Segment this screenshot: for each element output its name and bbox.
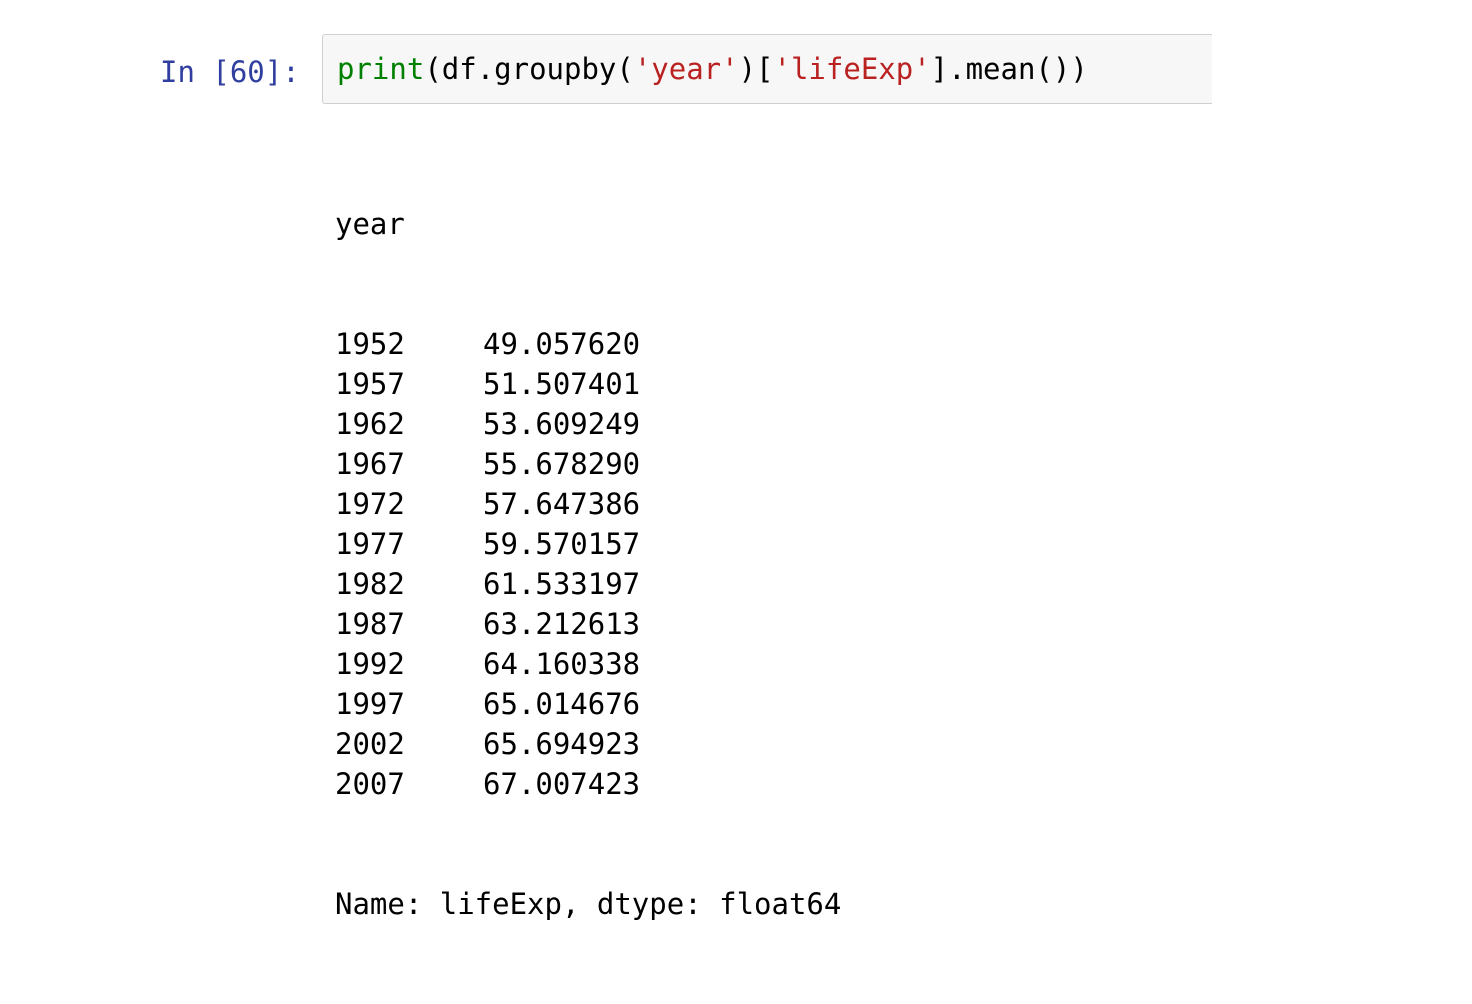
output-row-year: 1992 xyxy=(335,647,405,681)
output-row-year: 2002 xyxy=(335,727,405,761)
output-row: 1957 51.507401 xyxy=(335,364,841,404)
output-row-value: 65.694923 xyxy=(483,727,641,761)
output-row: 1997 65.014676 xyxy=(335,684,841,724)
code-string-lifeexp: 'lifeExp' xyxy=(773,52,931,86)
output-row: 1952 49.057620 xyxy=(335,324,841,364)
output-row-year: 1972 xyxy=(335,487,405,521)
output-row-value: 53.609249 xyxy=(483,407,641,441)
output-row-year: 2007 xyxy=(335,767,405,801)
output-row-value: 57.647386 xyxy=(483,487,641,521)
output-row-value: 63.212613 xyxy=(483,607,641,641)
code-builtin-print: print xyxy=(337,52,425,86)
output-row: 1992 64.160338 xyxy=(335,644,841,684)
code-segment: ].mean()) xyxy=(930,52,1088,86)
output-row: 1967 55.678290 xyxy=(335,444,841,484)
output-row-year: 1977 xyxy=(335,527,405,561)
output-row: 2007 67.007423 xyxy=(335,764,841,804)
output-row: 1962 53.609249 xyxy=(335,404,841,444)
code-string-year: 'year' xyxy=(633,52,739,86)
code-input-area[interactable]: print(df.groupby('year')['lifeExp'].mean… xyxy=(322,34,1212,104)
output-row-value: 49.057620 xyxy=(483,327,641,361)
output-row-year: 1967 xyxy=(335,447,405,481)
output-row: 1982 61.533197 xyxy=(335,564,841,604)
output-row: 1972 57.647386 xyxy=(335,484,841,524)
output-row: 1987 63.212613 xyxy=(335,604,841,644)
output-row: 2002 65.694923 xyxy=(335,724,841,764)
output-row-value: 67.007423 xyxy=(483,767,641,801)
code-segment: (df.groupby( xyxy=(424,52,634,86)
output-row-year: 1952 xyxy=(335,327,405,361)
output-row-value: 59.570157 xyxy=(483,527,641,561)
output-row-value: 51.507401 xyxy=(483,367,641,401)
output-row-value: 55.678290 xyxy=(483,447,641,481)
notebook-cell: In [60]: print(df.groupby('year')['lifeE… xyxy=(0,0,1472,921)
output-header: year xyxy=(335,207,405,241)
output-row-value: 65.014676 xyxy=(483,687,641,721)
output-footer: Name: lifeExp, dtype: float64 xyxy=(335,887,842,921)
output-row-year: 1987 xyxy=(335,607,405,641)
output-row-year: 1997 xyxy=(335,687,405,721)
code-segment: )[ xyxy=(738,52,774,86)
code-line[interactable]: print(df.groupby('year')['lifeExp'].mean… xyxy=(337,52,1088,86)
output-row-value: 64.160338 xyxy=(483,647,641,681)
output-rows: 1952 49.057620 1957 51.507401 1962 53.609249 1… xyxy=(335,324,841,804)
input-prompt: In [60]: xyxy=(160,55,300,89)
output-row-year: 1957 xyxy=(335,367,405,401)
output-row-year: 1982 xyxy=(335,567,405,601)
output-row-value: 61.533197 xyxy=(483,567,641,601)
output-row: 1977 59.570157 xyxy=(335,524,841,564)
output-row-year: 1962 xyxy=(335,407,405,441)
cell-output: year 1952 49.057620 1957 51.507401 1962 53.60… xyxy=(335,124,841,1004)
